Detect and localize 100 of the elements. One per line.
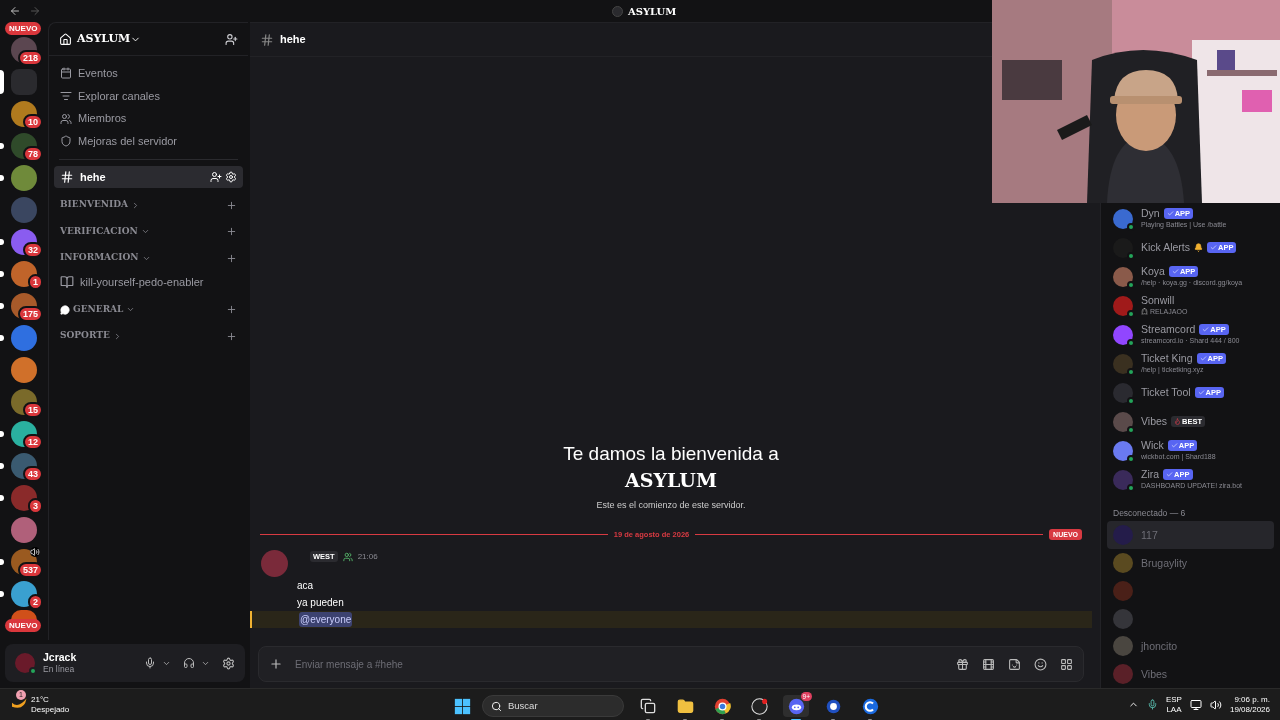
moon-icon xyxy=(12,698,27,711)
emoji-icon[interactable] xyxy=(1034,657,1047,671)
clock-date: 19/08/2026 xyxy=(1229,704,1270,715)
add-channel-icon[interactable] xyxy=(226,330,237,342)
invite-icon[interactable] xyxy=(210,170,222,183)
input-language: ESP xyxy=(1165,694,1182,705)
microphone-icon[interactable] xyxy=(144,657,156,669)
check-icon xyxy=(1166,471,1174,479)
message-field[interactable]: Enviar mensaje a #hehe xyxy=(295,656,944,672)
controller-icon xyxy=(787,697,805,715)
channel-item[interactable]: hehe xyxy=(54,165,243,188)
avatar xyxy=(261,550,288,577)
people-icon xyxy=(342,551,353,562)
member-name: Kick Alerts xyxy=(1141,242,1190,254)
unread-count: 78 xyxy=(23,146,43,162)
gif-icon[interactable] xyxy=(982,657,995,671)
search-bar[interactable]: Buscar xyxy=(482,695,624,717)
welcome-subtitle: Este es el comienzo de este servidor. xyxy=(596,499,746,513)
add-channel-icon[interactable] xyxy=(226,304,237,315)
member-row[interactable]: Vibes xyxy=(1107,660,1274,689)
unread-count: 175 xyxy=(17,306,43,322)
check-icon xyxy=(1210,244,1217,252)
username: Jcrack xyxy=(43,651,77,663)
member-name: Vibes xyxy=(1141,668,1168,680)
new-pill: NUEVO xyxy=(5,619,42,632)
member-row[interactable]: Brugaylity xyxy=(1107,549,1274,577)
member-name: Wick xyxy=(1141,440,1164,452)
check-icon xyxy=(1170,442,1178,450)
category-header[interactable]: VERIFICACION xyxy=(49,218,248,245)
settings-icon[interactable] xyxy=(222,656,235,670)
member-name: jhoncito xyxy=(1141,640,1178,652)
menu-item[interactable]: Mejoras del servidor xyxy=(49,130,248,153)
keyboard-layout: LAA xyxy=(1166,704,1182,715)
member-name: Ticket King xyxy=(1141,352,1193,364)
unread-count: 537 xyxy=(17,562,43,578)
members-icon xyxy=(60,112,72,125)
add-icon[interactable] xyxy=(269,657,283,671)
category-header[interactable]: SOPORTE xyxy=(49,322,248,350)
unread-count: 218 xyxy=(17,50,43,66)
events-icon xyxy=(60,67,72,80)
browse-icon xyxy=(60,90,72,103)
member-name: 117 xyxy=(1141,529,1158,541)
unread-count: 10 xyxy=(23,114,43,130)
menu-item[interactable]: Miembros xyxy=(49,107,248,131)
member-name: Streamcord xyxy=(1141,323,1196,335)
speaker-icon xyxy=(30,547,40,557)
weather-temp: 21°C xyxy=(31,694,50,705)
member-name: Vibes xyxy=(1141,416,1168,428)
mention[interactable]: @everyone xyxy=(299,612,353,627)
invite-icon[interactable] xyxy=(225,32,238,46)
boost-icon xyxy=(60,135,72,148)
window-title: ASYLUM xyxy=(628,5,677,19)
check-icon xyxy=(1199,354,1207,362)
message-text: aca xyxy=(297,579,314,593)
message-composer[interactable]: Enviar mensaje a #hehe xyxy=(258,646,1084,682)
welcome-server-name: ASYLUM xyxy=(625,468,717,494)
ring-icon xyxy=(861,697,879,715)
windows-logo-icon[interactable] xyxy=(454,697,471,715)
add-channel-icon[interactable] xyxy=(226,199,237,211)
check-icon xyxy=(1197,389,1205,397)
search-icon xyxy=(491,700,502,712)
unread-count: 43 xyxy=(23,466,43,482)
orb-icon xyxy=(824,697,842,715)
message-time: 21:06 xyxy=(357,550,378,563)
search-field[interactable]: Buscar xyxy=(508,698,588,714)
category-header[interactable]: INFORMACION xyxy=(49,244,248,272)
category-header[interactable]: BIENVENIDA xyxy=(49,191,248,219)
add-channel-icon[interactable] xyxy=(226,226,237,237)
add-channel-icon[interactable] xyxy=(226,252,237,264)
server-name[interactable]: ASYLUM xyxy=(77,30,131,48)
user-status: En línea xyxy=(43,663,76,675)
network-icon[interactable] xyxy=(1189,698,1202,711)
member-name: Ticket Tool xyxy=(1141,387,1191,399)
member-name: Brugaylity xyxy=(1141,557,1188,569)
back-icon[interactable] xyxy=(9,5,21,17)
weather-desc: Despejado xyxy=(31,704,70,715)
chevron-icon xyxy=(140,227,150,236)
member-row[interactable]: jhoncito xyxy=(1107,632,1274,661)
category-header[interactable]: GENERAL xyxy=(49,296,248,323)
headphones-icon[interactable] xyxy=(183,657,195,669)
unread-count: 15 xyxy=(23,402,43,418)
channel-item[interactable]: kill-yourself-pedo-enabler xyxy=(54,271,243,294)
gift-icon[interactable] xyxy=(956,657,969,671)
sticker-icon[interactable] xyxy=(1008,657,1021,671)
menu-item[interactable]: Eventos xyxy=(49,62,248,85)
menu-item[interactable]: Explorar canales xyxy=(49,84,248,108)
check-icon xyxy=(1202,325,1210,333)
bell-icon xyxy=(1194,243,1203,253)
section-heading: Desconectado — 6 xyxy=(1112,506,1187,520)
microphone-icon[interactable] xyxy=(1146,699,1158,710)
speech-bubble-icon xyxy=(60,304,70,315)
hash-icon xyxy=(60,169,74,184)
apps-icon[interactable] xyxy=(1060,657,1073,671)
channel-title: hehe xyxy=(280,32,306,48)
message-text: ya pueden xyxy=(297,596,344,610)
check-icon xyxy=(1171,267,1179,275)
hash-icon xyxy=(260,32,274,47)
volume-icon[interactable] xyxy=(1209,698,1222,711)
flame-icon xyxy=(1174,418,1182,426)
member-name: Zira xyxy=(1141,469,1160,481)
